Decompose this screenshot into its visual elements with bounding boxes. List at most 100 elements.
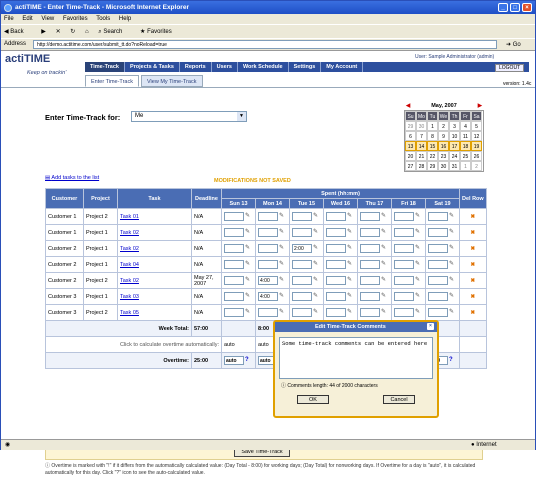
time-input[interactable] xyxy=(326,244,346,253)
task-link[interactable]: Task 01 xyxy=(120,214,139,220)
time-input[interactable] xyxy=(258,244,278,253)
auto-calc-button[interactable]: auto xyxy=(224,342,235,348)
pencil-icon[interactable]: ✎ xyxy=(347,293,354,300)
task-link[interactable]: Task 03 xyxy=(120,294,139,300)
calendar-day[interactable]: 1 xyxy=(427,121,438,131)
calendar-day[interactable]: 25 xyxy=(460,151,471,161)
pencil-icon[interactable]: ✎ xyxy=(415,277,422,284)
time-input[interactable]: 4:00 xyxy=(258,292,278,301)
ok-button[interactable]: OK xyxy=(297,395,329,404)
pencil-icon[interactable]: ✎ xyxy=(313,229,320,236)
time-input[interactable] xyxy=(224,292,244,301)
pencil-icon[interactable]: ✎ xyxy=(347,261,354,268)
time-input[interactable] xyxy=(428,292,448,301)
time-input[interactable] xyxy=(360,292,380,301)
calendar-day[interactable]: 20 xyxy=(405,151,416,161)
pencil-icon[interactable]: ✎ xyxy=(381,293,388,300)
pencil-icon[interactable]: ✎ xyxy=(347,229,354,236)
time-input[interactable] xyxy=(394,308,414,317)
next-month-icon[interactable]: ▶ xyxy=(478,102,482,110)
time-input[interactable] xyxy=(326,276,346,285)
calendar-day[interactable]: 29 xyxy=(427,161,438,171)
time-input[interactable] xyxy=(326,228,346,237)
cancel-button[interactable]: Cancel xyxy=(383,395,415,404)
nav-reports[interactable]: Reports xyxy=(180,62,212,72)
task-link[interactable]: Task 02 xyxy=(120,278,139,284)
time-input[interactable] xyxy=(360,228,380,237)
pencil-icon[interactable]: ✎ xyxy=(415,213,422,220)
time-input[interactable] xyxy=(360,308,380,317)
pencil-icon[interactable]: ✎ xyxy=(449,309,456,316)
pencil-icon[interactable]: ✎ xyxy=(279,229,286,236)
time-input[interactable] xyxy=(326,212,346,221)
time-input[interactable] xyxy=(224,244,244,253)
search-button[interactable]: ⌕ Search xyxy=(98,29,130,35)
calendar-day[interactable]: 17 xyxy=(449,141,460,151)
time-input[interactable] xyxy=(292,260,312,269)
menu-help[interactable]: Help xyxy=(119,16,131,22)
calendar-day[interactable]: 21 xyxy=(416,151,427,161)
pencil-icon[interactable]: ✎ xyxy=(415,309,422,316)
pencil-icon[interactable]: ✎ xyxy=(381,261,388,268)
calendar-day[interactable]: 2 xyxy=(471,161,482,171)
nav-projects-tasks[interactable]: Projects & Tasks xyxy=(125,62,180,72)
nav-users[interactable]: Users xyxy=(212,62,238,72)
time-input[interactable] xyxy=(428,260,448,269)
refresh-button[interactable]: ↻ xyxy=(70,29,75,35)
calendar-day[interactable]: 24 xyxy=(449,151,460,161)
nav-time-track[interactable]: Time-Track xyxy=(85,62,125,72)
time-input[interactable] xyxy=(360,260,380,269)
time-input[interactable] xyxy=(258,228,278,237)
pencil-icon[interactable]: ✎ xyxy=(347,309,354,316)
delete-row-icon[interactable]: ✖ xyxy=(459,240,487,257)
pencil-icon[interactable]: ✎ xyxy=(381,277,388,284)
pencil-icon[interactable]: ✎ xyxy=(279,213,286,220)
pencil-icon[interactable]: ✎ xyxy=(415,293,422,300)
menu-favorites[interactable]: Favorites xyxy=(63,16,88,22)
calendar-day[interactable]: 8 xyxy=(427,131,438,141)
help-icon[interactable]: ? xyxy=(449,357,456,364)
menu-edit[interactable]: Edit xyxy=(22,16,32,22)
maximize-button[interactable]: □ xyxy=(510,3,520,12)
calendar-day[interactable]: 19 xyxy=(471,141,482,151)
pencil-icon[interactable]: ✎ xyxy=(415,245,422,252)
time-input[interactable] xyxy=(224,308,244,317)
nav-my-account[interactable]: My Account xyxy=(321,62,364,72)
time-input[interactable] xyxy=(394,260,414,269)
time-input[interactable] xyxy=(292,308,312,317)
pencil-icon[interactable]: ✎ xyxy=(449,229,456,236)
time-input[interactable] xyxy=(428,228,448,237)
prev-month-icon[interactable]: ◀ xyxy=(406,102,410,110)
pencil-icon[interactable]: ✎ xyxy=(449,245,456,252)
time-input[interactable] xyxy=(292,228,312,237)
user-select[interactable]: Me ▼ xyxy=(131,111,247,122)
pencil-icon[interactable]: ✎ xyxy=(245,213,252,220)
pencil-icon[interactable]: ✎ xyxy=(415,261,422,268)
logout-button[interactable]: LOGOUT xyxy=(495,64,525,72)
calendar-day[interactable]: 1 xyxy=(460,161,471,171)
calendar-day[interactable]: 14 xyxy=(416,141,427,151)
calendar-day[interactable]: 7 xyxy=(416,131,427,141)
delete-row-icon[interactable]: ✖ xyxy=(459,304,487,321)
time-input[interactable] xyxy=(360,212,380,221)
calendar-day[interactable]: 27 xyxy=(405,161,416,171)
overtime-input[interactable]: auto xyxy=(224,356,244,365)
close-button[interactable]: × xyxy=(522,3,532,12)
back-button[interactable]: ◀ Back xyxy=(4,29,32,35)
pencil-icon[interactable]: ✎ xyxy=(415,229,422,236)
nav-settings[interactable]: Settings xyxy=(289,62,322,72)
stop-button[interactable]: ✕ xyxy=(56,29,61,35)
calendar-day[interactable]: 16 xyxy=(438,141,449,151)
time-input[interactable] xyxy=(394,244,414,253)
pencil-icon[interactable]: ✎ xyxy=(449,213,456,220)
calendar-day[interactable]: 10 xyxy=(449,131,460,141)
pencil-icon[interactable]: ✎ xyxy=(449,293,456,300)
time-input[interactable] xyxy=(258,260,278,269)
calendar-day[interactable]: 3 xyxy=(449,121,460,131)
pencil-icon[interactable]: ✎ xyxy=(279,309,286,316)
pencil-icon[interactable]: ✎ xyxy=(313,213,320,220)
help-icon[interactable]: ? xyxy=(245,357,252,364)
menu-file[interactable]: File xyxy=(4,16,14,22)
time-input[interactable]: 4:00 xyxy=(258,276,278,285)
delete-row-icon[interactable]: ✖ xyxy=(459,272,487,289)
